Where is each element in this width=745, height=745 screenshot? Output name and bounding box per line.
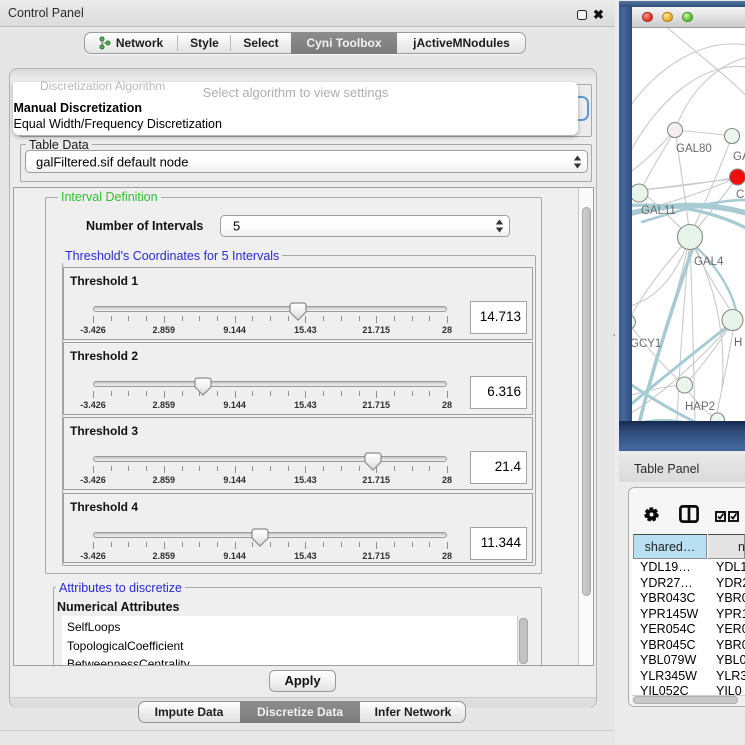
svg-text:HAP2: HAP2 [685,401,715,413]
svg-text:C: C [736,189,744,201]
svg-text:H: H [734,337,742,349]
svg-text:GCY1: GCY1 [632,338,661,350]
svg-text:GAL80: GAL80 [676,143,712,155]
svg-text:GAL4: GAL4 [694,256,724,268]
svg-text:GA: GA [733,151,745,163]
svg-text:GAL11: GAL11 [641,205,676,217]
